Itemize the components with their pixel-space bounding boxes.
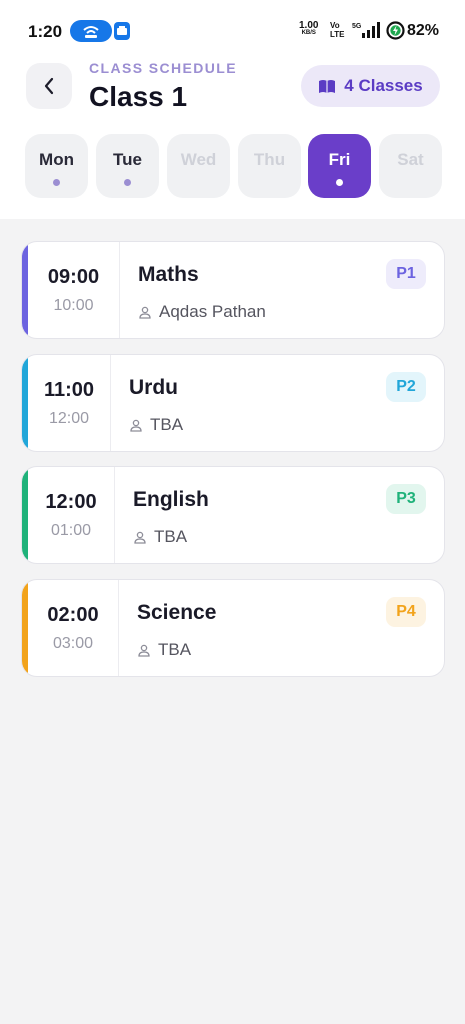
- network-speed-unit: KB/S: [301, 30, 316, 36]
- person-icon: [134, 531, 146, 544]
- class-card[interactable]: 12:00 01:00 English TBA P3: [21, 466, 445, 564]
- class-teacher: TBA: [134, 527, 187, 547]
- class-accent-bar: [22, 242, 28, 338]
- battery-charging-icon: [386, 21, 405, 40]
- class-start-time: 12:00: [45, 491, 97, 513]
- class-end-time: 10:00: [53, 297, 94, 314]
- period-badge: P1: [386, 259, 426, 289]
- page-subtitle: CLASS SCHEDULE: [89, 60, 237, 76]
- class-start-time: 09:00: [47, 266, 100, 288]
- chevron-left-icon: [44, 77, 54, 95]
- day-tab-label: Thu: [253, 150, 286, 169]
- class-start-time: 02:00: [47, 604, 99, 626]
- volte-bottom: LTE: [330, 30, 345, 39]
- class-card[interactable]: 02:00 03:00 Science TBA P4: [21, 579, 445, 677]
- hotspot-icon: [70, 20, 112, 42]
- header-panel: 1:20 1.00 KB/S Vo LTE 5G 82% CLASS SCHED…: [0, 0, 465, 219]
- app-notification-icon: [114, 22, 130, 40]
- page-title: Class 1: [89, 81, 188, 112]
- day-has-classes-dot: [53, 179, 60, 186]
- class-end-time: 12:00: [48, 410, 90, 427]
- class-card[interactable]: 11:00 12:00 Urdu TBA P2: [21, 354, 445, 452]
- volte-indicator: Vo LTE: [330, 21, 345, 39]
- class-teacher-name: Aqdas Pathan: [159, 302, 266, 321]
- class-teacher-name: TBA: [158, 640, 192, 659]
- signal-icon: 5G: [352, 22, 380, 38]
- class-divider: [118, 580, 119, 676]
- day-has-classes-dot: [124, 179, 131, 186]
- class-accent-bar: [22, 467, 28, 563]
- class-teacher: Aqdas Pathan: [139, 302, 266, 322]
- classes-count-label: 4 Classes: [344, 76, 423, 95]
- class-start-time: 11:00: [43, 379, 95, 401]
- period-badge: P4: [386, 597, 426, 627]
- class-teacher-name: TBA: [150, 415, 184, 434]
- battery-percent: 82%: [407, 22, 440, 39]
- person-icon: [139, 306, 151, 319]
- class-subject: Urdu: [129, 376, 178, 399]
- day-tab-wed[interactable]: Wed: [167, 134, 230, 198]
- class-accent-bar: [22, 580, 28, 676]
- day-has-classes-dot: [336, 179, 343, 186]
- class-teacher: TBA: [138, 640, 191, 660]
- class-accent-bar: [22, 355, 28, 451]
- class-end-time: 03:00: [52, 635, 94, 652]
- day-tab-thu[interactable]: Thu: [238, 134, 301, 198]
- person-icon: [130, 419, 142, 432]
- class-teacher-name: TBA: [154, 527, 188, 546]
- day-tab-tue[interactable]: Tue: [96, 134, 159, 198]
- class-divider: [119, 242, 120, 338]
- classes-count-badge[interactable]: 4 Classes: [301, 65, 440, 107]
- day-tab-label: Sat: [397, 150, 424, 169]
- svg-text:5G: 5G: [352, 23, 362, 30]
- status-bar: 1:20 1.00 KB/S Vo LTE 5G 82%: [0, 0, 465, 60]
- class-subject: Science: [137, 601, 217, 624]
- volte-top: Vo: [330, 21, 340, 30]
- book-icon: [319, 79, 336, 93]
- person-icon: [138, 644, 150, 657]
- class-end-time: 01:00: [50, 522, 92, 539]
- day-tab-label: Tue: [113, 150, 142, 169]
- day-tab-fri[interactable]: Fri: [308, 134, 371, 198]
- class-card[interactable]: 09:00 10:00 Maths Aqdas Pathan P1: [21, 241, 445, 339]
- day-tab-mon[interactable]: Mon: [25, 134, 88, 198]
- class-divider: [114, 467, 115, 563]
- status-time: 1:20: [28, 22, 63, 41]
- class-divider: [110, 355, 111, 451]
- day-tab-label: Fri: [328, 150, 351, 169]
- day-tab-sat[interactable]: Sat: [379, 134, 442, 198]
- period-badge: P3: [386, 484, 426, 514]
- network-speed: 1.00 KB/S: [299, 21, 318, 37]
- class-subject: Maths: [138, 263, 199, 286]
- back-button[interactable]: [26, 63, 72, 109]
- class-teacher: TBA: [130, 415, 183, 435]
- period-badge: P2: [386, 372, 426, 402]
- class-subject: English: [133, 488, 209, 511]
- day-tab-label: Wed: [180, 150, 217, 169]
- day-tab-label: Mon: [39, 150, 74, 169]
